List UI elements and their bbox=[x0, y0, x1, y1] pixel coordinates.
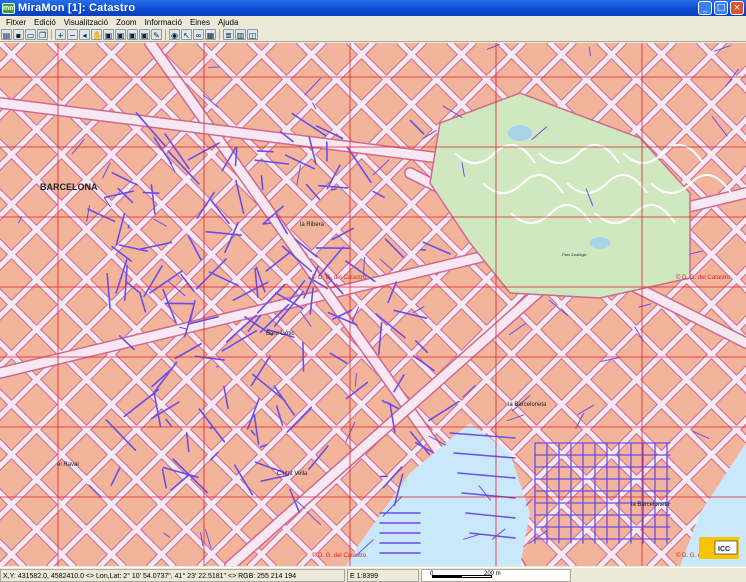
park-pond bbox=[590, 237, 610, 249]
view-zoom-box-icon[interactable]: ▣ bbox=[127, 29, 138, 40]
copyright-label: © D. G. del Catastro bbox=[676, 274, 731, 281]
menu-informacio[interactable]: Informació bbox=[141, 18, 186, 27]
scale-bar-graphic bbox=[432, 574, 492, 578]
parcel-line bbox=[256, 150, 274, 153]
parcel-line bbox=[142, 191, 160, 195]
toolbar-separator bbox=[165, 29, 167, 40]
menu-fitxer[interactable]: Fitxer bbox=[2, 18, 30, 27]
label-ciutat-vella: Ciutat Vella bbox=[277, 471, 308, 477]
status-bar: X,Y: 431582.0, 4582410.0 <> Lon,Lat: 2° … bbox=[0, 567, 746, 582]
measure-icon[interactable]: ▦ bbox=[205, 29, 216, 40]
label-la-ribera: la Ribera bbox=[300, 222, 325, 228]
label-barcelona: BARCELONA bbox=[40, 182, 98, 192]
binoculars-icon[interactable]: ∞ bbox=[193, 29, 204, 40]
copy-icon[interactable]: ❐ bbox=[37, 29, 48, 40]
map-view[interactable]: BARCELONA la Ribera Barri Gòtic el Raval… bbox=[0, 43, 746, 566]
label-la-barceloneta: la Barceloneta bbox=[508, 402, 547, 408]
coordinates-readout: X,Y: 431582.0, 4582410.0 <> Lon,Lat: 2° … bbox=[0, 568, 345, 582]
info-query-icon[interactable]: ◉ bbox=[169, 29, 180, 40]
print-icon[interactable]: ▭ bbox=[25, 29, 36, 40]
toolbar: ▤ ▪ ▭ ❐ + − ◂ ✋ ▣ ▣ ▣ ▣ ✎ ◉ ↖ ∞ ▦ ≣ ▥ ◫ bbox=[0, 28, 746, 42]
window-controls: _ □ × bbox=[698, 1, 744, 15]
toolbar-separator bbox=[51, 29, 53, 40]
menu-bar: Fitxer Edició Visualització Zoom Informa… bbox=[0, 16, 746, 28]
zoom-in-icon[interactable]: + bbox=[55, 29, 66, 40]
edit-brush-icon[interactable]: ✎ bbox=[151, 29, 162, 40]
close-icon[interactable]: × bbox=[730, 1, 744, 15]
menu-eines[interactable]: Eines bbox=[186, 18, 214, 27]
parcel-line bbox=[330, 188, 337, 191]
toolbar-separator bbox=[219, 29, 221, 40]
label-parc-zoologic: Parc Zoològic bbox=[562, 252, 586, 257]
menu-zoom[interactable]: Zoom bbox=[112, 18, 140, 27]
maximize-icon[interactable]: □ bbox=[714, 1, 728, 15]
save-icon[interactable]: ▪ bbox=[13, 29, 24, 40]
title-bar: mm MiraMon [1]: Catastro _ □ × bbox=[0, 0, 746, 16]
icc-logo: ICC bbox=[699, 537, 739, 559]
icc-logo-text: ICC bbox=[718, 546, 730, 553]
legend-icon[interactable]: ▥ bbox=[235, 29, 246, 40]
overview-icon[interactable]: ◫ bbox=[247, 29, 258, 40]
label-barri-gotic: Barri Gòtic bbox=[266, 331, 294, 337]
miramon-app-icon[interactable]: mm bbox=[2, 2, 15, 14]
park-pond bbox=[508, 125, 532, 141]
scale-readout: E 1:8399 bbox=[347, 568, 419, 582]
menu-visualitzacio[interactable]: Visualització bbox=[60, 18, 112, 27]
zoom-out-icon[interactable]: − bbox=[67, 29, 78, 40]
open-folder-icon[interactable]: ▤ bbox=[1, 29, 12, 40]
map-canvas[interactable]: BARCELONA la Ribera Barri Gòtic el Raval… bbox=[0, 43, 746, 566]
scale-bar-zero: 0 bbox=[430, 570, 434, 577]
copyright-label: © D. G. del Catastro bbox=[312, 274, 367, 281]
view-all-icon[interactable]: ▣ bbox=[103, 29, 114, 40]
scale-bar-max: 200 m bbox=[484, 570, 501, 577]
scale-bar: 0 200 m bbox=[421, 568, 571, 582]
zoom-previous-icon[interactable]: ◂ bbox=[79, 29, 90, 40]
pan-hand-icon[interactable]: ✋ bbox=[91, 29, 102, 40]
view-layer-icon[interactable]: ▣ bbox=[115, 29, 126, 40]
view-next-icon[interactable]: ▣ bbox=[139, 29, 150, 40]
window-title: MiraMon [1]: Catastro bbox=[18, 2, 136, 14]
copyright-label: © D. G. del Catastro bbox=[312, 552, 367, 559]
pointer-icon[interactable]: ↖ bbox=[181, 29, 192, 40]
parcel-line bbox=[355, 373, 357, 387]
menu-edicio[interactable]: Edició bbox=[30, 18, 60, 27]
menu-ajuda[interactable]: Ajuda bbox=[214, 18, 242, 27]
label-el-raval: el Raval bbox=[57, 462, 79, 468]
minimize-icon[interactable]: _ bbox=[698, 1, 712, 15]
layers-icon[interactable]: ≣ bbox=[223, 29, 234, 40]
label-la-barceloneta-2: la Barceloneta bbox=[631, 502, 670, 508]
